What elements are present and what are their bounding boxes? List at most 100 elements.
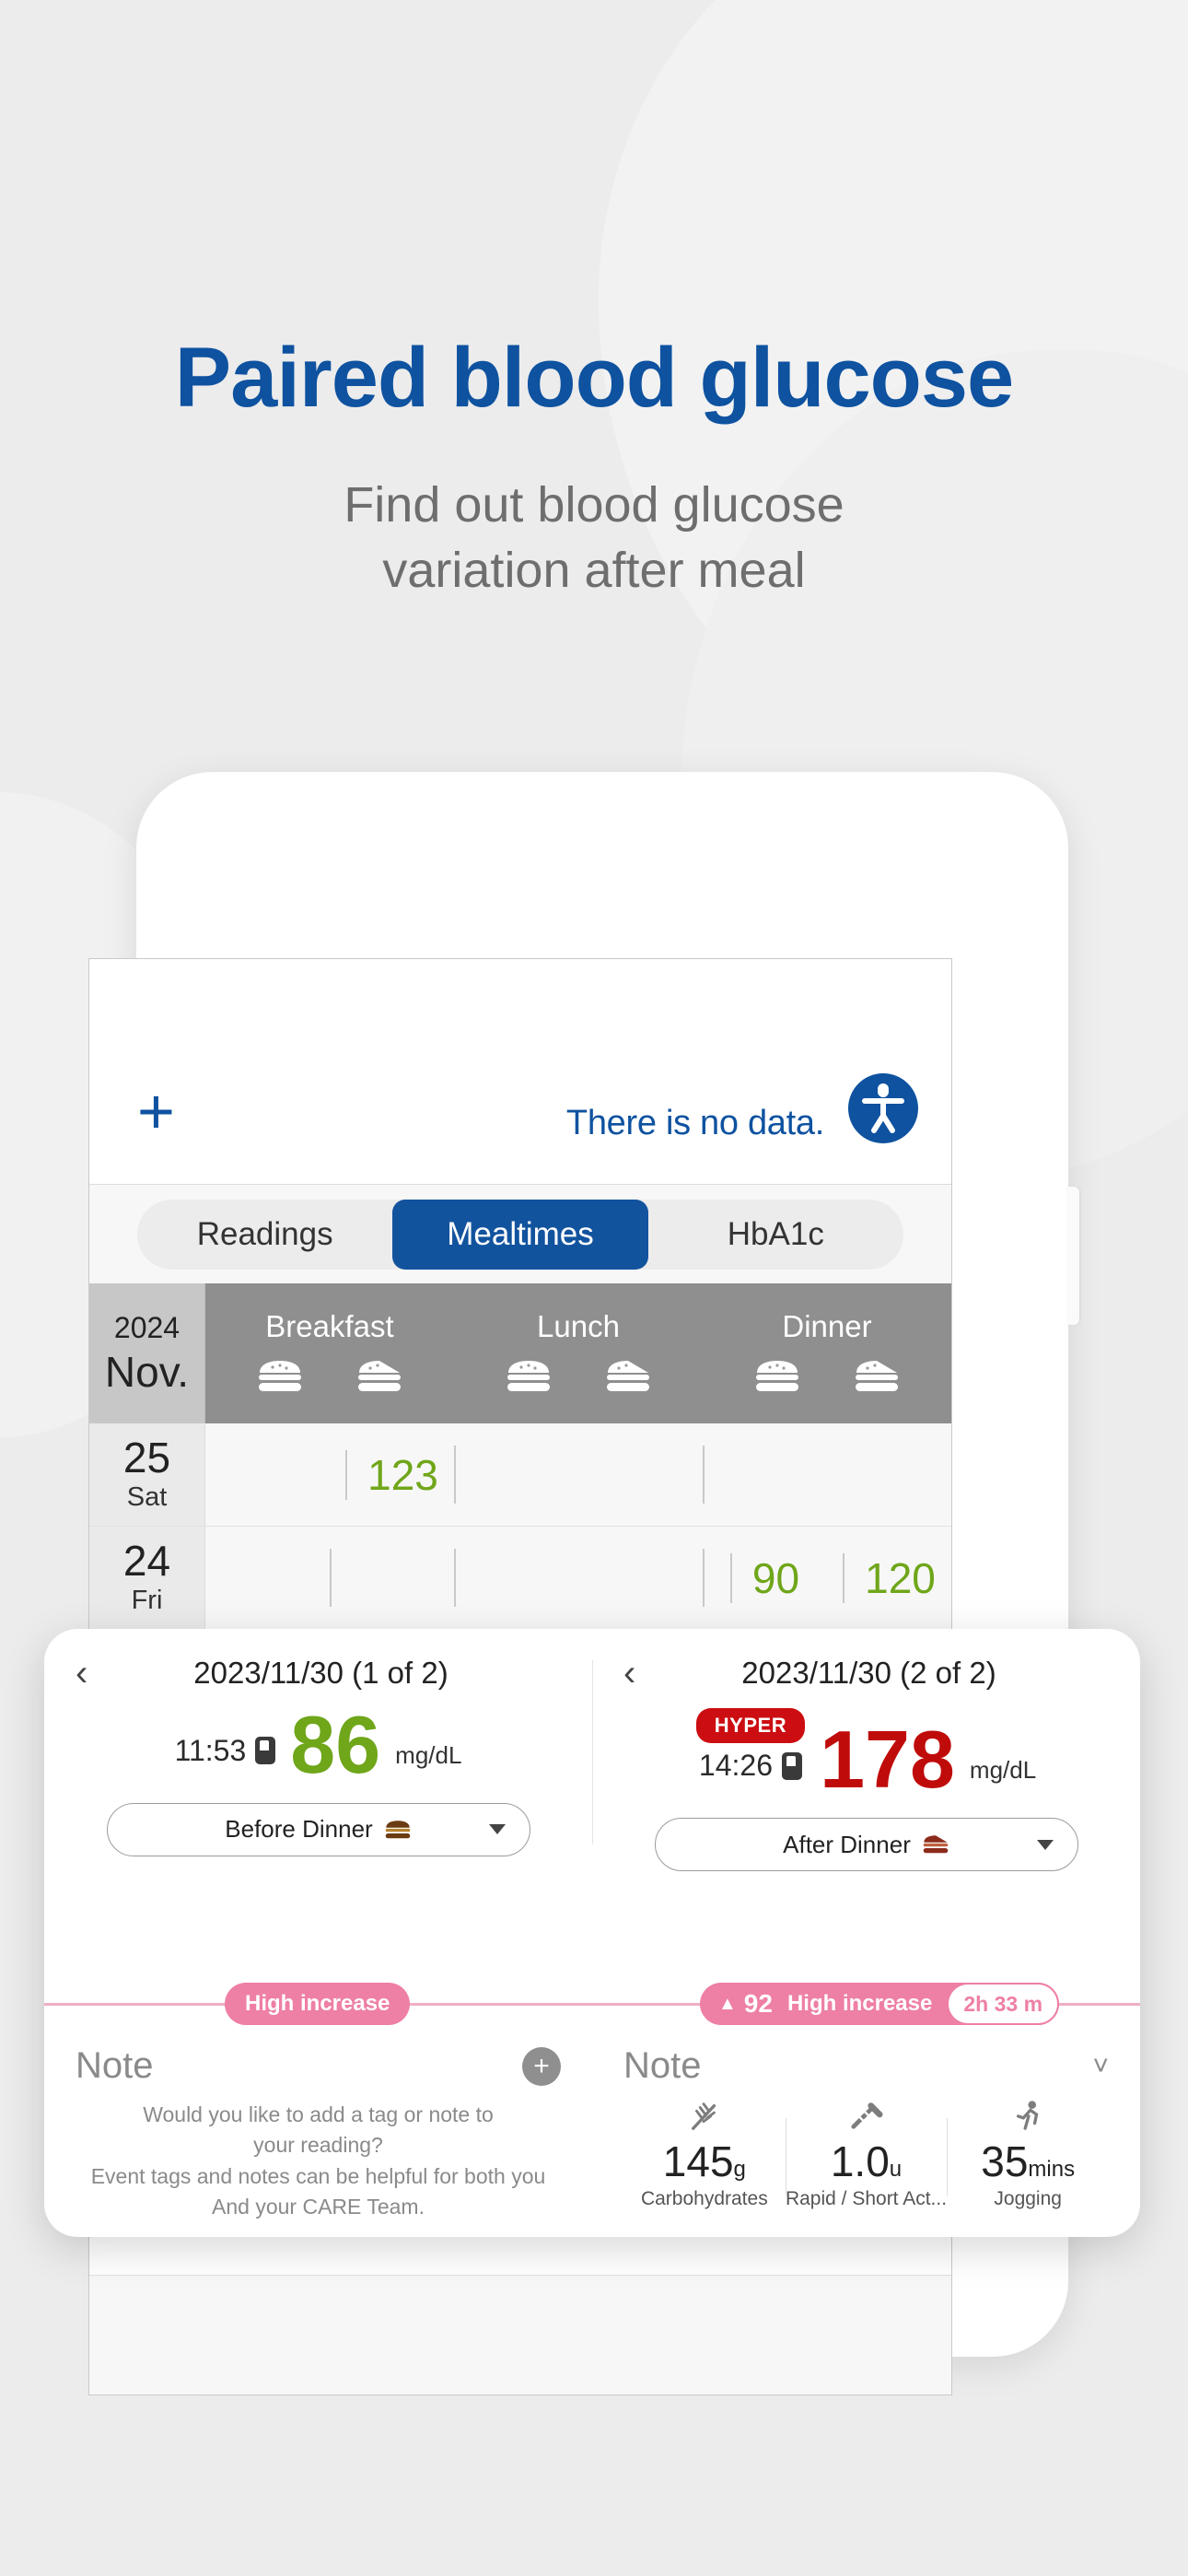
after-meal-burger-icon — [604, 1359, 652, 1399]
cell-lunch-after[interactable] — [578, 1527, 703, 1629]
cell-breakfast-before[interactable] — [205, 1527, 330, 1629]
cell-lunch-after[interactable] — [578, 1423, 703, 1526]
tab-mealtimes[interactable]: Mealtimes — [392, 1199, 648, 1270]
row-date-cell: 24 Fri — [89, 1527, 205, 1629]
nutrition-label: Jogging — [994, 2188, 1062, 2209]
meter-device-icon — [255, 1737, 276, 1765]
page-subtitle: Find out blood glucose variation after m… — [0, 473, 1188, 604]
nutrition-unit: mins — [1028, 2157, 1076, 2182]
before-meal-burger-icon — [256, 1359, 304, 1399]
trend-pill-left-label: High increase — [245, 1991, 390, 2016]
meal-tag-label-right: After Dinner — [783, 1830, 911, 1858]
segmented-control: Readings Mealtimes HbA1c — [137, 1199, 903, 1270]
meal-tag-select-left[interactable]: Before Dinner — [106, 1802, 530, 1856]
hero-section: Paired blood glucose Find out blood gluc… — [0, 0, 1188, 604]
table-footer-filler — [89, 2275, 951, 2395]
before-meal-burger-icon — [753, 1359, 801, 1399]
reading-time-col-right: HYPER 14:26 — [695, 1708, 806, 1797]
nutrition-unit: g — [733, 2157, 746, 2182]
nutrition-item-activity: 35mins Jogging — [947, 2094, 1109, 2210]
nutrition-number: 145 — [662, 2137, 734, 2185]
nutrition-value: 145g — [623, 2137, 786, 2186]
tab-readings[interactable]: Readings — [137, 1200, 392, 1270]
cell-breakfast-after[interactable] — [330, 1527, 454, 1629]
cell-dinner-after[interactable]: 120 — [827, 1527, 951, 1629]
row-date-cell: 25 Sat — [89, 1423, 205, 1526]
row-day: 24 — [122, 1537, 171, 1585]
chevron-down-icon[interactable] — [488, 1824, 506, 1835]
nutrition-value: 35mins — [947, 2137, 1109, 2186]
chevron-left-icon[interactable]: ‹ — [623, 1655, 666, 1692]
nutrition-label: Rapid / Short Act... — [785, 2188, 948, 2209]
before-meal-burger-icon — [505, 1359, 553, 1399]
note-hint-line-2: your reading? — [253, 2133, 383, 2158]
reading-value-row-right: HYPER 14:26 178 mg/dL — [623, 1708, 1109, 1800]
cell-dinner-before[interactable]: 90 — [703, 1527, 827, 1629]
app-topbar: + There is no data. — [89, 959, 951, 1184]
panel-header-right: ‹ 2023/11/30 (2 of 2) — [623, 1655, 1109, 1692]
note-hint-left: Would you like to add a tag or note to y… — [76, 2100, 561, 2222]
cell-breakfast-after[interactable]: 123 — [330, 1423, 454, 1526]
trend-pill-right-label: High increase — [786, 1991, 933, 2016]
chevron-down-icon[interactable]: ˅ — [1092, 2051, 1109, 2082]
trend-arrow-up-icon: ▲ — [718, 1993, 737, 2014]
nutrition-unit: u — [889, 2157, 903, 2182]
reading-time-right: 14:26 — [699, 1749, 802, 1783]
cell-lunch-before[interactable] — [454, 1527, 578, 1629]
row-day: 25 — [122, 1434, 171, 1481]
nutrition-item-carbohydrates: 145g Carbohydrates — [623, 2094, 786, 2210]
cell-breakfast-before[interactable] — [205, 1423, 330, 1526]
reading-detail-card: ‹ 2023/11/30 (1 of 2) 11:53 86 mg/dL Bef… — [44, 1629, 1140, 2237]
tab-hba1c[interactable]: HbA1c — [648, 1200, 903, 1270]
chevron-left-icon[interactable]: ‹ — [76, 1655, 118, 1692]
table-month: Nov. — [104, 1347, 190, 1396]
reading-unit-left: mg/dL — [395, 1740, 462, 1769]
insulin-icon — [786, 2094, 948, 2137]
meal-tag-label-left: Before Dinner — [225, 1815, 373, 1844]
note-hint-line-3: Event tags and notes can be helpful for … — [90, 2163, 546, 2188]
trend-indicator: High increase ▲ 92 High increase 2h 33 m — [44, 1983, 1140, 2025]
phone-button-power — [1066, 1187, 1079, 1325]
meal-tag-select-right[interactable]: After Dinner — [654, 1818, 1078, 1871]
column-label-breakfast: Breakfast — [265, 1308, 394, 1343]
no-data-label: There is no data. — [565, 1104, 824, 1142]
nutrition-summary: 145g Carbohydrates 1.0u Rapid / Short Ac… — [623, 2094, 1109, 2210]
table-row[interactable]: 24 Fri 90 120 — [89, 1527, 951, 1630]
accessibility-icon[interactable] — [848, 1073, 918, 1143]
note-title-left: Note — [76, 2045, 154, 2086]
row-weekday: Fri — [131, 1586, 163, 1615]
notes-row: Note + Would you like to add a tag or no… — [44, 2045, 1140, 2237]
page-subtitle-line-1: Find out blood glucose — [344, 477, 844, 533]
month-cell: 2024 Nov. — [89, 1283, 205, 1423]
trend-pill-left: High increase — [225, 1983, 411, 2025]
column-label-lunch: Lunch — [537, 1308, 620, 1343]
page-title: Paired blood glucose — [174, 331, 1014, 425]
note-header-left: Note + — [76, 2045, 561, 2087]
row-weekday: Sat — [126, 1482, 168, 1512]
table-row[interactable]: 25 Sat 123 — [89, 1423, 951, 1527]
chevron-down-icon[interactable] — [1036, 1839, 1054, 1850]
cell-dinner-after[interactable] — [827, 1423, 951, 1526]
add-reading-button[interactable]: + — [137, 1079, 175, 1143]
reading-date-right: 2023/11/30 (2 of 2) — [741, 1656, 996, 1690]
before-meal-burger-icon — [384, 1820, 412, 1840]
after-meal-burger-icon — [853, 1359, 901, 1399]
note-section-left: Note + Would you like to add a tag or no… — [44, 2045, 592, 2237]
nutrition-label: Carbohydrates — [640, 2188, 768, 2209]
dinner-icons — [753, 1359, 901, 1399]
trend-duration: 2h 33 m — [947, 1983, 1060, 2025]
note-header-right: Note ˅ — [623, 2045, 1109, 2087]
reading-unit-right: mg/dL — [969, 1756, 1037, 1784]
add-note-button[interactable]: + — [522, 2046, 561, 2086]
carbs-icon — [623, 2094, 786, 2137]
row-cells: 90 120 — [205, 1527, 951, 1629]
nutrition-value: 1.0u — [786, 2137, 948, 2186]
cell-lunch-before[interactable] — [454, 1423, 578, 1526]
cell-value: 90 — [730, 1553, 799, 1603]
panel-header-left: ‹ 2023/11/30 (1 of 2) — [76, 1655, 561, 1692]
column-label-dinner: Dinner — [782, 1308, 872, 1343]
cell-dinner-before[interactable] — [703, 1423, 827, 1526]
after-meal-burger-icon — [355, 1359, 403, 1399]
trend-pill-right: ▲ 92 High increase 2h 33 m — [700, 1983, 1060, 2025]
cell-value: 123 — [345, 1450, 438, 1500]
